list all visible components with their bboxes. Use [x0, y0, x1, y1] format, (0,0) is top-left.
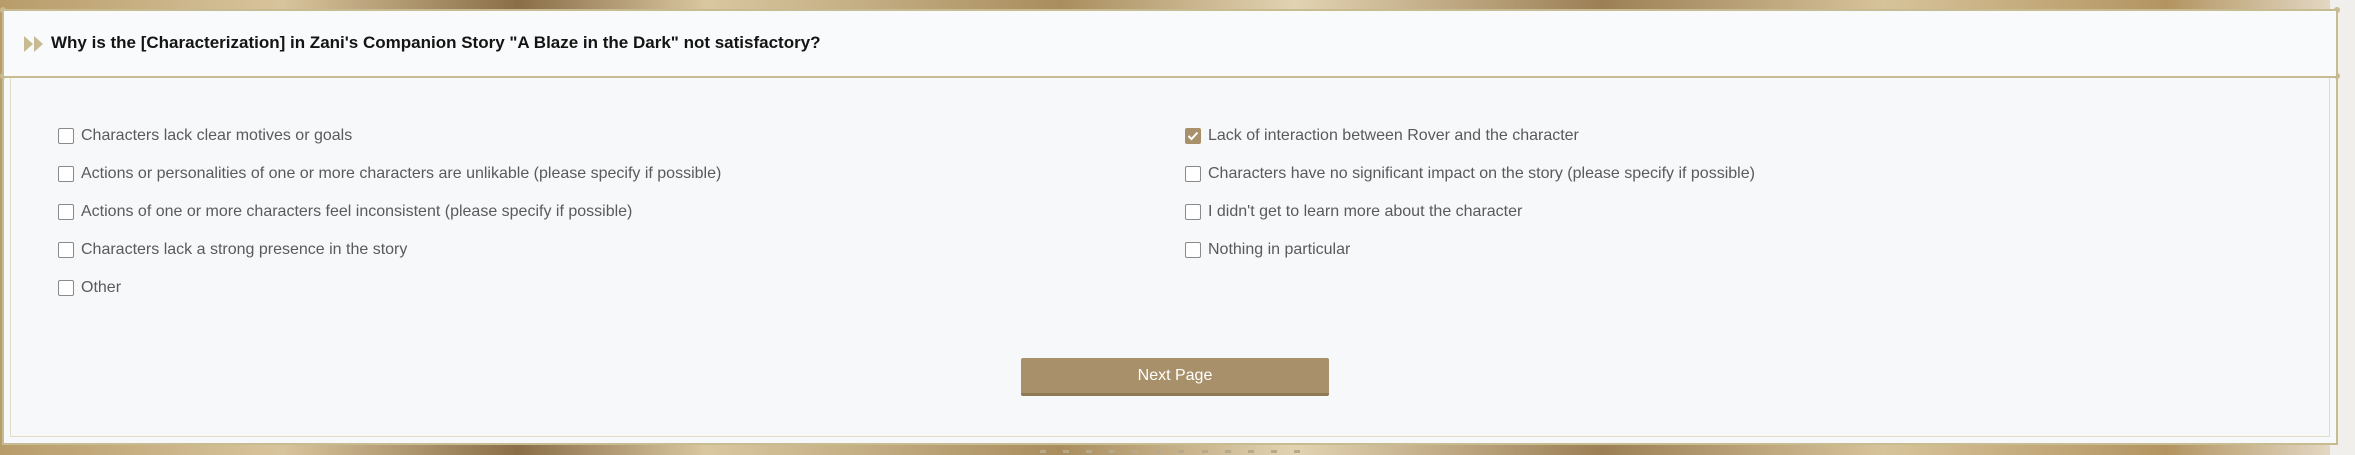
- question-title: Why is the [Characterization] in Zani's …: [51, 33, 821, 52]
- checkbox[interactable]: [58, 280, 74, 296]
- checkbox-checked[interactable]: [1185, 128, 1201, 144]
- option-no-impact[interactable]: Characters have no significant impact on…: [1185, 162, 1755, 186]
- question-header: Why is the [Characterization] in Zani's …: [4, 11, 2336, 78]
- checkbox[interactable]: [58, 242, 74, 258]
- option-learn-more[interactable]: I didn't get to learn more about the cha…: [1185, 200, 1522, 224]
- option-weak-presence[interactable]: Characters lack a strong presence in the…: [58, 238, 407, 262]
- next-page-button[interactable]: Next Page: [1021, 358, 1329, 396]
- option-motives[interactable]: Characters lack clear motives or goals: [58, 124, 352, 148]
- option-label: I didn't get to learn more about the cha…: [1208, 203, 1523, 220]
- footer-ornament: [1040, 448, 1300, 454]
- checkbox[interactable]: [58, 204, 74, 220]
- option-other[interactable]: Other: [58, 276, 121, 300]
- double-chevron-right-icon: [24, 36, 43, 52]
- option-nothing[interactable]: Nothing in particular: [1185, 238, 1350, 262]
- option-label: Lack of interaction between Rover and th…: [1208, 127, 1579, 144]
- option-inconsistent[interactable]: Actions of one or more characters feel i…: [58, 200, 632, 224]
- checkbox[interactable]: [58, 166, 74, 182]
- checkmark-icon: [1187, 131, 1199, 141]
- option-label: Other: [81, 279, 122, 296]
- checkbox[interactable]: [1185, 242, 1201, 258]
- option-label: Characters lack a strong presence in the…: [81, 241, 408, 258]
- option-label: Actions of one or more characters feel i…: [81, 203, 633, 220]
- checkbox[interactable]: [1185, 204, 1201, 220]
- checkbox[interactable]: [58, 128, 74, 144]
- option-label: Actions or personalities of one or more …: [81, 165, 722, 182]
- option-rover-interaction[interactable]: Lack of interaction between Rover and th…: [1185, 124, 1579, 148]
- option-label: Characters lack clear motives or goals: [81, 127, 353, 144]
- option-label: Nothing in particular: [1208, 241, 1351, 258]
- option-label: Characters have no significant impact on…: [1208, 165, 1755, 182]
- survey-question-panel: Why is the [Characterization] in Zani's …: [0, 7, 2340, 445]
- option-unlikable[interactable]: Actions or personalities of one or more …: [58, 162, 721, 186]
- checkbox[interactable]: [1185, 166, 1201, 182]
